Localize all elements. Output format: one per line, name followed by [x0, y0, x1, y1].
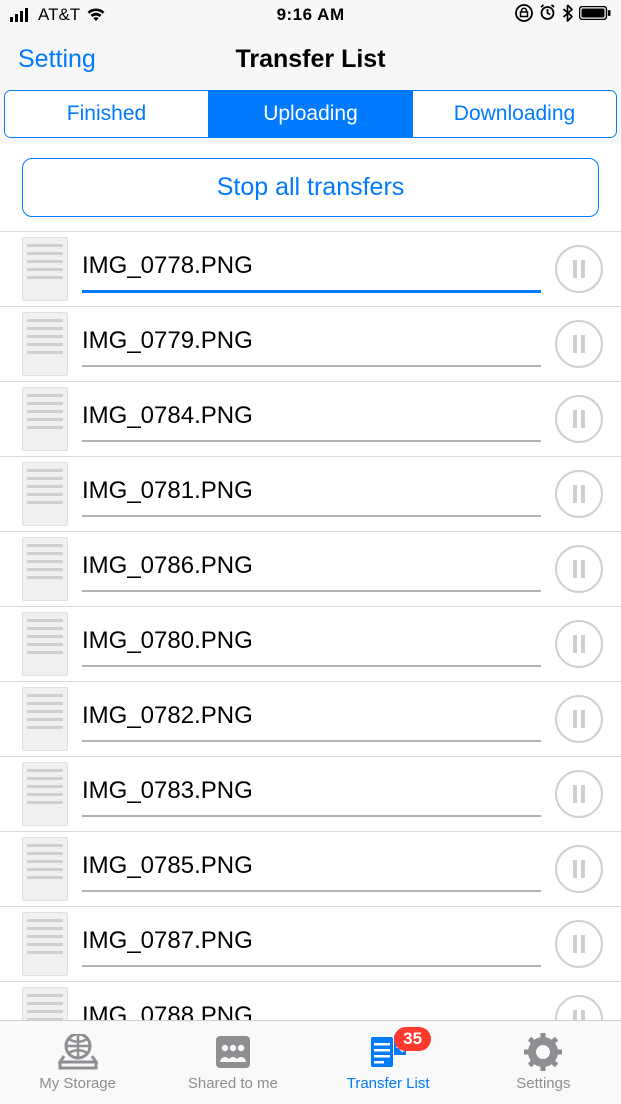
page-title: Transfer List	[235, 45, 385, 74]
file-thumbnail	[22, 912, 68, 976]
transfer-row[interactable]: IMG_0783.PNG	[0, 757, 621, 832]
tab-label: Settings	[516, 1075, 570, 1092]
progress-bar	[82, 815, 541, 817]
pause-button[interactable]	[555, 770, 603, 818]
pause-button[interactable]	[555, 920, 603, 968]
progress-bar	[82, 590, 541, 592]
pause-button[interactable]	[555, 695, 603, 743]
file-name: IMG_0784.PNG	[82, 402, 541, 430]
pause-button[interactable]	[555, 545, 603, 593]
progress-bar	[82, 665, 541, 667]
progress-bar	[82, 890, 541, 892]
file-name: IMG_0782.PNG	[82, 702, 541, 730]
transfer-row[interactable]: IMG_0782.PNG	[0, 682, 621, 757]
segmented-control: Finished Uploading Downloading	[4, 90, 617, 138]
file-info: IMG_0785.PNG	[82, 832, 541, 906]
file-name: IMG_0781.PNG	[82, 477, 541, 505]
pause-button[interactable]	[555, 620, 603, 668]
file-name: IMG_0779.PNG	[82, 327, 541, 355]
status-bar: AT&T 9:16 AM	[0, 0, 621, 30]
tab-label: My Storage	[39, 1075, 116, 1092]
file-name: IMG_0786.PNG	[82, 552, 541, 580]
wifi-icon	[86, 8, 106, 22]
alarm-icon	[539, 4, 556, 26]
pause-button[interactable]	[555, 320, 603, 368]
file-thumbnail	[22, 312, 68, 376]
tab-label: Shared to me	[188, 1075, 278, 1092]
file-info: IMG_0788.PNG	[82, 982, 541, 1020]
tab-my-storage[interactable]: My Storage	[0, 1021, 155, 1104]
tab-transfer-list[interactable]: 35 Transfer List	[311, 1021, 466, 1104]
pause-button[interactable]	[555, 245, 603, 293]
file-name: IMG_0785.PNG	[82, 852, 541, 880]
pause-button[interactable]	[555, 470, 603, 518]
file-info: IMG_0782.PNG	[82, 682, 541, 756]
pause-button[interactable]	[555, 395, 603, 443]
transfer-row[interactable]: IMG_0786.PNG	[0, 532, 621, 607]
stop-button-container: Stop all transfers	[0, 144, 621, 232]
file-thumbnail	[22, 462, 68, 526]
file-name: IMG_0778.PNG	[82, 252, 541, 280]
file-thumbnail	[22, 762, 68, 826]
file-info: IMG_0783.PNG	[82, 757, 541, 831]
status-right	[515, 4, 611, 27]
transfer-row[interactable]: IMG_0787.PNG	[0, 907, 621, 982]
file-thumbnail	[22, 987, 68, 1020]
orientation-lock-icon	[515, 4, 533, 27]
file-info: IMG_0778.PNG	[82, 232, 541, 306]
file-thumbnail	[22, 687, 68, 751]
file-info: IMG_0784.PNG	[82, 382, 541, 456]
file-thumbnail	[22, 237, 68, 301]
bluetooth-icon	[562, 4, 573, 27]
file-name: IMG_0783.PNG	[82, 777, 541, 805]
file-info: IMG_0780.PNG	[82, 607, 541, 681]
progress-bar	[82, 440, 541, 442]
transfer-row[interactable]: IMG_0780.PNG	[0, 607, 621, 682]
tab-bar: My Storage Shared to me 35 Transfer List…	[0, 1020, 621, 1104]
file-thumbnail	[22, 612, 68, 676]
tab-shared-to-me[interactable]: Shared to me	[155, 1021, 310, 1104]
transfer-row[interactable]: IMG_0788.PNG	[0, 982, 621, 1020]
progress-bar	[82, 290, 541, 293]
transfer-row[interactable]: IMG_0785.PNG	[0, 832, 621, 907]
tab-uploading[interactable]: Uploading	[208, 91, 412, 137]
progress-bar	[82, 365, 541, 367]
tab-label: Transfer List	[347, 1075, 430, 1092]
transfer-list[interactable]: IMG_0778.PNG IMG_0779.PNG IMG_0784.PNG IMG_…	[0, 232, 621, 1020]
file-info: IMG_0779.PNG	[82, 307, 541, 381]
status-time: 9:16 AM	[277, 5, 345, 25]
tab-settings[interactable]: Settings	[466, 1021, 621, 1104]
status-left: AT&T	[10, 5, 106, 25]
transfer-row[interactable]: IMG_0784.PNG	[0, 382, 621, 457]
file-thumbnail	[22, 537, 68, 601]
file-info: IMG_0787.PNG	[82, 907, 541, 981]
transfer-badge: 35	[394, 1027, 431, 1051]
pause-button[interactable]	[555, 845, 603, 893]
file-thumbnail	[22, 837, 68, 901]
transfer-row[interactable]: IMG_0781.PNG	[0, 457, 621, 532]
transfer-row[interactable]: IMG_0778.PNG	[0, 232, 621, 307]
file-name: IMG_0788.PNG	[82, 1002, 541, 1020]
file-thumbnail	[22, 387, 68, 451]
progress-bar	[82, 740, 541, 742]
stop-all-button[interactable]: Stop all transfers	[22, 158, 599, 217]
gear-icon	[523, 1033, 563, 1071]
battery-icon	[579, 5, 611, 25]
progress-bar	[82, 515, 541, 517]
signal-icon	[10, 8, 32, 22]
file-info: IMG_0781.PNG	[82, 457, 541, 531]
nav-back-button[interactable]: Setting	[18, 45, 96, 74]
globe-box-icon	[58, 1033, 98, 1071]
file-name: IMG_0787.PNG	[82, 927, 541, 955]
shared-icon	[213, 1033, 253, 1071]
carrier-label: AT&T	[38, 5, 80, 25]
pause-button[interactable]	[555, 995, 603, 1020]
file-info: IMG_0786.PNG	[82, 532, 541, 606]
transfer-row[interactable]: IMG_0779.PNG	[0, 307, 621, 382]
file-name: IMG_0780.PNG	[82, 627, 541, 655]
nav-bar: Setting Transfer List	[0, 30, 621, 88]
tab-downloading[interactable]: Downloading	[412, 91, 616, 137]
progress-bar	[82, 965, 541, 967]
tab-finished[interactable]: Finished	[5, 91, 208, 137]
